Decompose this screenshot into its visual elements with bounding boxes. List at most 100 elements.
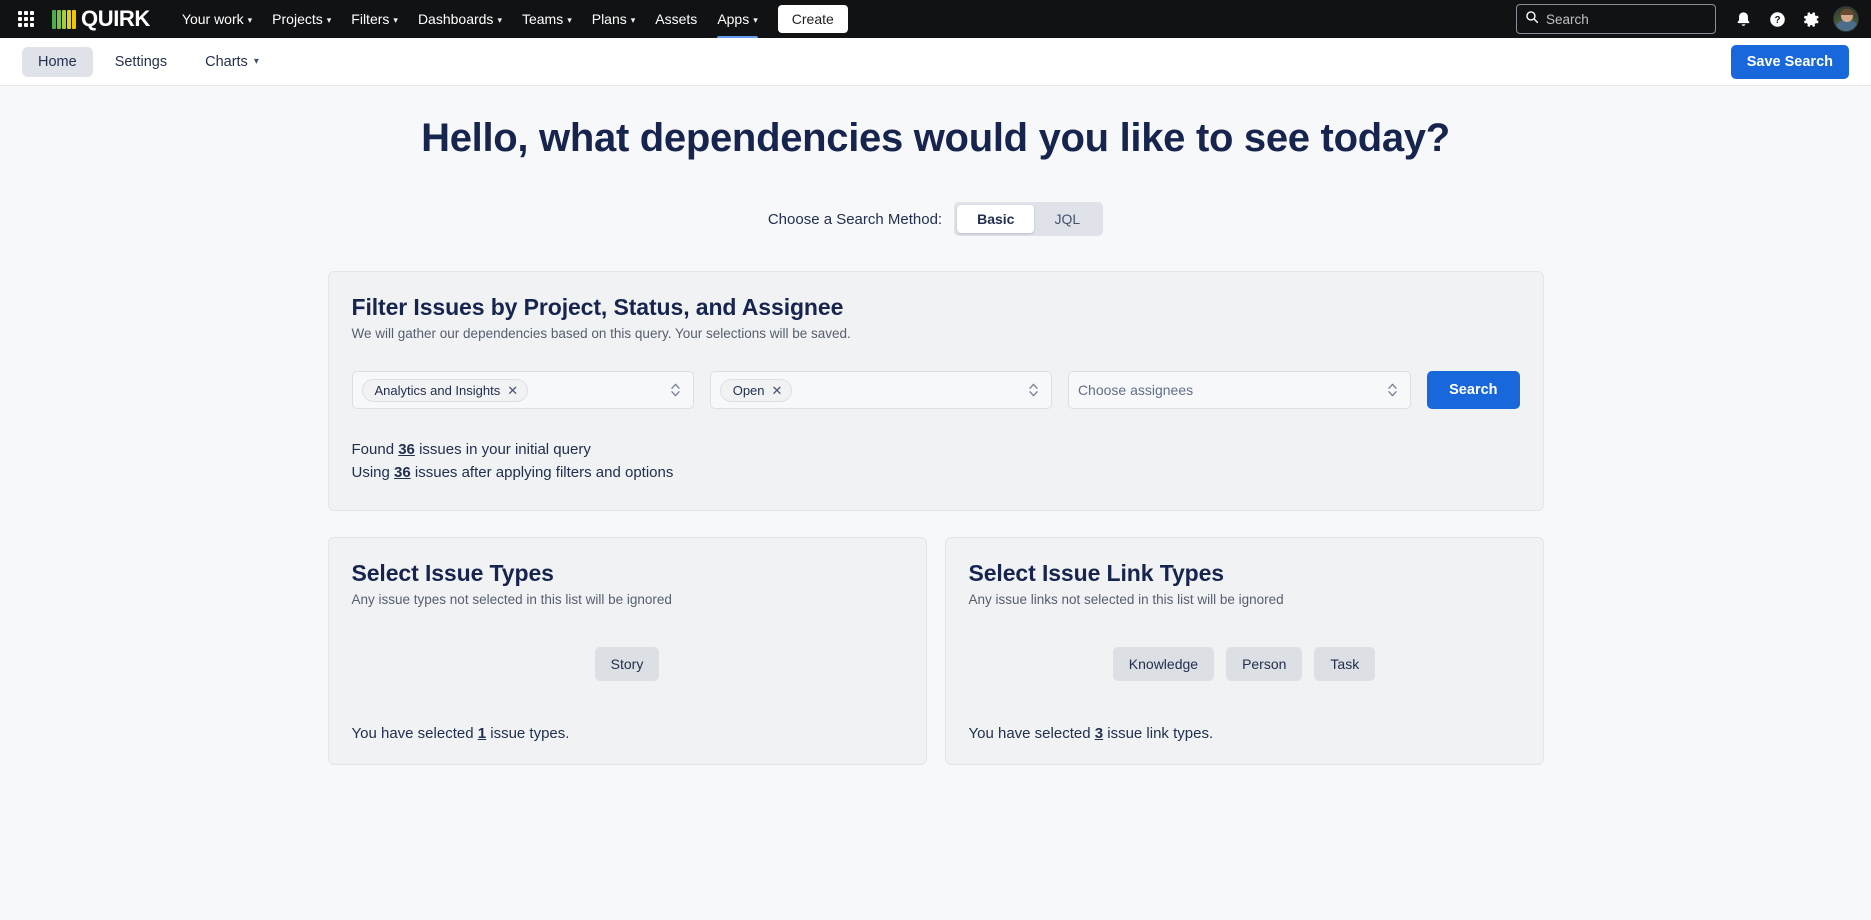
notifications-icon[interactable] (1728, 4, 1758, 34)
brand-name: QUIRK (81, 6, 150, 31)
save-search-button[interactable]: Save Search (1730, 44, 1849, 79)
status-chip[interactable]: Open ✕ (719, 378, 793, 402)
select-issue-types-card: Select Issue Types Any issue types not s… (327, 537, 927, 765)
chevron-down-icon: ▾ (393, 14, 398, 25)
subnav-item-label: Settings (114, 53, 168, 70)
nav-item-plans[interactable]: Plans ▾ (582, 0, 646, 38)
filter-card-subtitle: We will gather our dependencies based on… (351, 326, 851, 341)
search-button[interactable]: Search (1427, 371, 1520, 409)
chevron-updown-icon (1387, 382, 1404, 398)
assignee-select[interactable]: Choose assignees (1067, 371, 1412, 409)
chevron-updown-icon (670, 382, 687, 398)
project-chip-remove-icon[interactable]: ✕ (507, 384, 518, 397)
subnav-item-charts[interactable]: Charts ▾ (189, 47, 275, 77)
top-navigation-bar: QUIRK Your work ▾ Projects ▾ Filters ▾ Dashboa… (0, 0, 1871, 38)
brand-logo-icon (52, 9, 76, 29)
issue-link-type-chip-knowledge[interactable]: Knowledge (1112, 647, 1215, 681)
nav-item-label: Apps (717, 11, 750, 27)
status-chip-remove-icon[interactable]: ✕ (772, 384, 783, 397)
avatar-hair (1840, 9, 1854, 15)
status-select[interactable]: Open ✕ (709, 371, 1052, 409)
project-chip[interactable]: Analytics and Insights ✕ (361, 378, 529, 402)
grid-dot (24, 23, 28, 27)
main-content: Hello, what dependencies would you like … (0, 86, 1871, 765)
issue-types-footer-prefix: You have selected (351, 725, 474, 742)
help-icon[interactable]: ? (1762, 4, 1792, 34)
grid-dot (30, 17, 34, 21)
filter-selects-row: Analytics and Insights ✕ Open ✕ Choose a… (351, 371, 1520, 409)
found-prefix: Found (351, 441, 395, 458)
project-chip-label: Analytics and Insights (374, 382, 501, 398)
search-method-row: Choose a Search Method: Basic JQL (0, 202, 1871, 236)
issue-type-chip-story[interactable]: Story (594, 647, 660, 681)
avatar[interactable] (1833, 6, 1859, 32)
issue-link-type-chip-task[interactable]: Task (1314, 647, 1376, 681)
nav-item-label: Filters (351, 11, 390, 27)
issue-link-types-footer-count: 3 (1094, 725, 1104, 742)
chevron-down-icon: ▾ (253, 56, 259, 67)
issue-types-title: Select Issue Types (351, 560, 554, 586)
grid-dot (24, 11, 28, 15)
nav-item-dashboards[interactable]: Dashboards ▾ (408, 0, 512, 38)
chevron-down-icon: ▾ (630, 14, 636, 25)
search-method-option-basic[interactable]: Basic (957, 205, 1035, 233)
page-title: Hello, what dependencies would you like … (421, 116, 1450, 160)
brand-logo-bar (72, 10, 76, 29)
using-issues-line: Using 36 issues after applying filters a… (352, 462, 1520, 485)
using-count: 36 (394, 463, 411, 481)
result-counts: Found 36 issues in your initial query Us… (352, 439, 1520, 484)
sub-nav-items: Home Settings Charts ▾ (22, 46, 275, 77)
filter-issues-card: Filter Issues by Project, Status, and As… (327, 271, 1544, 511)
create-button[interactable]: Create (777, 5, 848, 33)
search-method-option-jql[interactable]: JQL (1034, 205, 1100, 233)
found-count: 36 (398, 441, 415, 458)
nav-item-label: Your work (181, 11, 244, 27)
nav-item-filters[interactable]: Filters ▾ (341, 0, 408, 38)
brand-logo-bar (57, 10, 61, 29)
issue-link-types-footer: You have selected 3 issue link types. (969, 725, 1520, 764)
brand-logo[interactable]: QUIRK (52, 8, 150, 30)
using-suffix: issues after applying filters and option… (414, 463, 674, 481)
chevron-down-icon: ▾ (326, 14, 332, 25)
subnav-item-label: Charts (205, 53, 248, 70)
primary-nav-items: Your work ▾ Projects ▾ Filters ▾ Dashboards ▾ Te… (172, 0, 768, 38)
issue-types-footer-suffix: issue types. (490, 725, 570, 742)
nav-item-teams[interactable]: Teams ▾ (512, 0, 582, 38)
status-chip-label: Open (732, 382, 765, 398)
issue-link-type-chip-person[interactable]: Person (1226, 647, 1303, 681)
grid-dot (30, 11, 34, 15)
grid-dot (18, 23, 22, 27)
chevron-down-icon: ▾ (753, 14, 758, 25)
select-issue-link-types-card: Select Issue Link Types Any issue links … (944, 537, 1544, 765)
subnav-item-settings[interactable]: Settings (99, 47, 183, 77)
selection-cards-row: Select Issue Types Any issue types not s… (327, 537, 1544, 765)
subnav-item-home[interactable]: Home (22, 46, 93, 77)
grid-dot (18, 11, 22, 15)
using-prefix: Using (351, 463, 390, 481)
top-nav-right-cluster: Search ? (1516, 4, 1859, 34)
nav-item-label: Plans (591, 11, 627, 27)
project-select[interactable]: Analytics and Insights ✕ (351, 371, 694, 409)
svg-text:?: ? (1774, 15, 1780, 26)
filter-card-title: Filter Issues by Project, Status, and As… (351, 294, 844, 320)
brand-logo-bar (62, 10, 66, 29)
app-sub-navigation: Home Settings Charts ▾ Save Search (0, 38, 1871, 86)
grid-dot (24, 17, 28, 21)
nav-item-apps[interactable]: Apps ▾ (707, 0, 767, 38)
found-issues-line: Found 36 issues in your initial query (352, 439, 1520, 462)
nav-item-label: Assets (655, 11, 698, 27)
settings-icon[interactable] (1796, 4, 1826, 34)
nav-item-assets[interactable]: Assets (645, 0, 707, 38)
nav-item-projects[interactable]: Projects ▾ (262, 0, 341, 38)
issue-link-types-subtitle: Any issue links not selected in this lis… (968, 592, 1284, 607)
chevron-updown-icon (1028, 382, 1045, 398)
brand-logo-bar (67, 10, 71, 29)
nav-item-your-work[interactable]: Your work ▾ (172, 0, 262, 38)
grid-dot (30, 23, 34, 27)
nav-item-label: Dashboards (417, 11, 494, 27)
issue-types-footer-count: 1 (477, 725, 487, 742)
issue-types-footer: You have selected 1 issue types. (352, 725, 903, 764)
global-search-input[interactable]: Search (1516, 4, 1716, 34)
nav-item-label: Projects (272, 11, 323, 27)
app-switcher-icon[interactable] (10, 3, 42, 35)
